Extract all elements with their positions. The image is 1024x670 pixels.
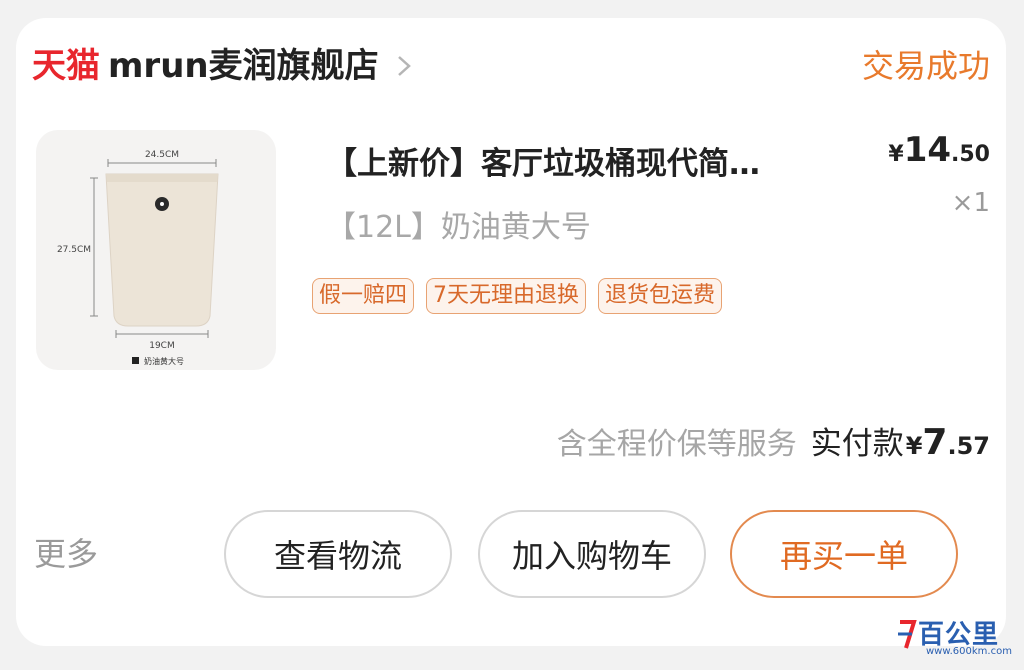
tag-fake-compensation: 假一赔四 xyxy=(312,278,415,314)
buy-again-button[interactable]: 再买一单 xyxy=(730,510,958,598)
more-link[interactable]: 更多 xyxy=(34,532,98,576)
payment-summary: 含全程价保等服务 实付款 ¥ 7 .57 xyxy=(557,418,990,463)
add-to-cart-button[interactable]: 加入购物车 xyxy=(478,510,706,598)
price-integer: 14 xyxy=(903,130,952,170)
watermark-logo-icon xyxy=(898,620,917,649)
trash-bin-illustration: 24.5CM 27.5CM 19CM 奶油黄大号 xyxy=(57,150,219,366)
watermark-url: www.600km.com xyxy=(926,646,1012,657)
tag-7-day-return: 7天无理由退换 xyxy=(426,278,587,314)
price-currency: ¥ xyxy=(888,142,904,167)
order-status: 交易成功 xyxy=(861,47,990,85)
unit-price: ¥14.50 xyxy=(888,130,990,170)
paid-decimal: .57 xyxy=(947,432,990,460)
tmall-logo: 天猫 xyxy=(32,46,100,86)
price-decimal: .50 xyxy=(951,142,990,167)
paid-integer: 7 xyxy=(922,422,948,463)
product-variant: 【12L】奶油黄大号 xyxy=(326,210,591,245)
quantity: ×1 xyxy=(951,188,990,218)
swatch-label: 奶油黄大号 xyxy=(144,356,184,366)
paid-label: 实付款 xyxy=(810,426,904,462)
product-title[interactable]: 【上新价】客厅垃圾桶现代简… xyxy=(326,138,760,183)
dim-base-label: 19CM xyxy=(149,341,175,351)
product-image[interactable]: 24.5CM 27.5CM 19CM 奶油黄大号 xyxy=(36,130,276,370)
service-tags: 假一赔四 7天无理由退换 退货包运费 xyxy=(312,278,723,314)
service-note: 含全程价保等服务 xyxy=(556,427,797,462)
watermark: 百公里 www.600km.com xyxy=(896,612,1016,664)
dim-width-label: 24.5CM xyxy=(145,150,179,160)
shop-header[interactable]: 天猫 mrun麦润旗舰店 xyxy=(32,38,415,94)
tag-free-return-shipping: 退货包运费 xyxy=(598,278,723,314)
chevron-right-icon[interactable] xyxy=(393,55,415,77)
dim-height-label: 27.5CM xyxy=(57,245,91,255)
view-logistics-button[interactable]: 查看物流 xyxy=(224,510,452,598)
shop-name[interactable]: mrun麦润旗舰店 xyxy=(108,49,379,83)
paid-currency: ¥ xyxy=(905,432,923,460)
